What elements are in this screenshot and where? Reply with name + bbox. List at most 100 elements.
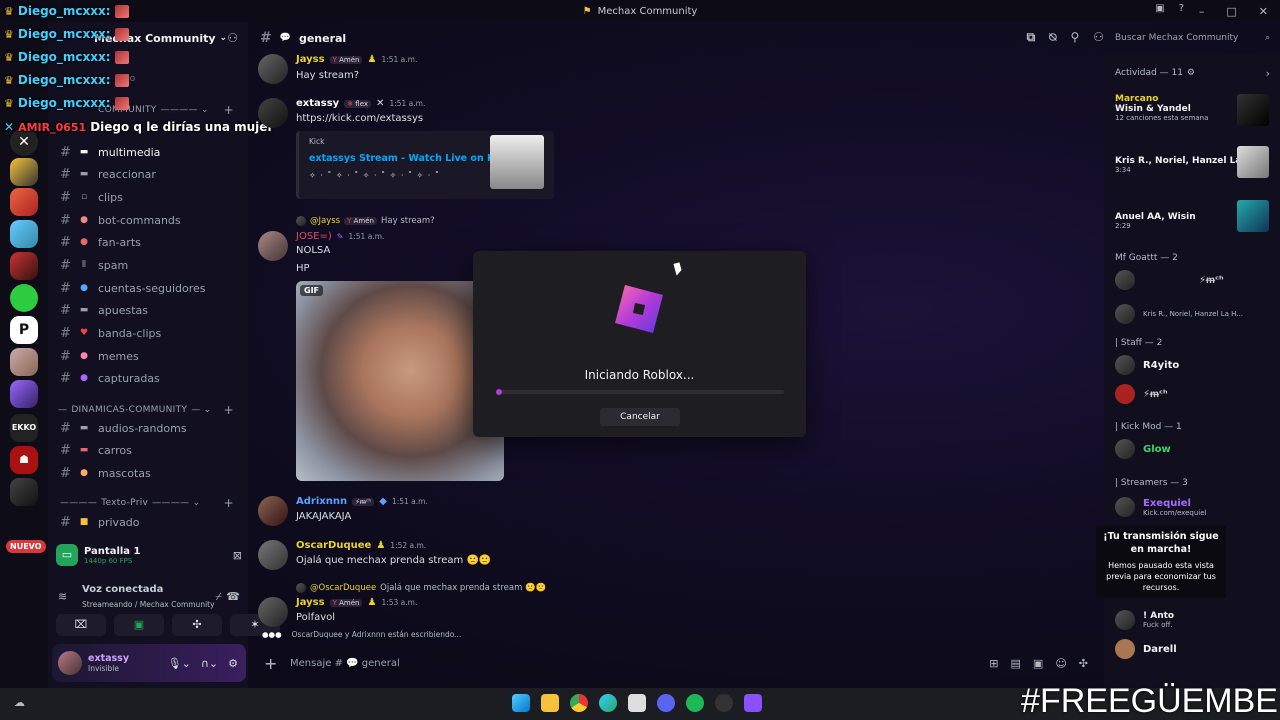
file-explorer-icon[interactable]: [541, 694, 559, 712]
avatar[interactable]: [258, 54, 288, 84]
avatar[interactable]: [258, 98, 288, 128]
avatar[interactable]: [258, 597, 288, 627]
server-icon-7[interactable]: [10, 348, 38, 376]
member[interactable]: ! Anto Fuck off.: [1115, 607, 1275, 633]
minimize-button[interactable]: –: [1199, 5, 1205, 18]
avatar[interactable]: [258, 496, 288, 526]
channel-cuentas-seguidores[interactable]: # ● cuentas-seguidores: [56, 277, 240, 299]
server-icon-6[interactable]: P: [10, 316, 38, 344]
add-user-icon[interactable]: ⚇: [227, 31, 238, 45]
activity-card[interactable]: Anuel AA, Wisin 2:29: [1115, 200, 1275, 232]
cancel-button[interactable]: Cancelar: [600, 408, 680, 426]
server-icon-10[interactable]: [10, 478, 38, 506]
category-dinamicas[interactable]: — DINAMICAS-COMMUNITY — ⌄ +: [58, 402, 242, 418]
channel-bot-commands[interactable]: # ● bot-commands: [56, 209, 240, 231]
embed-thumbnail[interactable]: [490, 135, 544, 189]
message-author[interactable]: Adrixnnn: [296, 496, 347, 507]
server-icon-4[interactable]: [10, 252, 38, 280]
reply-preview[interactable]: @Jayss Y Amén Hay stream?: [296, 216, 435, 226]
server-icon-2[interactable]: [10, 188, 38, 216]
camera-button[interactable]: ⌧: [56, 614, 106, 636]
member[interactable]: ⚡ᵯᶜʰ: [1115, 381, 1275, 407]
avatar[interactable]: [258, 231, 288, 261]
discord-icon[interactable]: [657, 694, 675, 712]
server-icon-mechax[interactable]: [10, 158, 38, 186]
sticker-icon[interactable]: ▣: [1033, 657, 1043, 670]
member[interactable]: ⚡ᵯᶜʰ: [1115, 267, 1275, 293]
message-author[interactable]: OscarDuquee: [296, 540, 371, 551]
channel-multimedia[interactable]: # ▬ multimedia: [56, 141, 240, 163]
channel-apuestas[interactable]: # ▬ apuestas: [56, 299, 240, 321]
add-channel-icon[interactable]: +: [224, 103, 234, 117]
message-author[interactable]: Jayss: [296, 597, 325, 608]
channel-capturadas[interactable]: # ● capturadas: [56, 367, 240, 389]
message-author[interactable]: Jayss: [296, 54, 325, 65]
member[interactable]: Darell: [1115, 636, 1275, 662]
user-panel[interactable]: extassy Invisible 🎙⌄ ∩⌄ ⚙: [52, 644, 246, 682]
add-channel-icon[interactable]: +: [224, 496, 234, 510]
noise-suppression-icon[interactable]: ⌿: [215, 590, 222, 604]
add-attachment-icon[interactable]: +: [264, 654, 280, 673]
server-icon-8[interactable]: [10, 380, 38, 408]
message-author[interactable]: JOSE=): [296, 231, 332, 242]
start-icon[interactable]: [512, 694, 530, 712]
close-stream-icon[interactable]: ⊠: [233, 549, 242, 562]
edge-icon[interactable]: [599, 694, 617, 712]
screen-share-button[interactable]: ▣: [114, 614, 164, 636]
server-icon-3[interactable]: [10, 220, 38, 248]
message-author[interactable]: extassy: [296, 98, 339, 109]
server-icon-5[interactable]: [10, 284, 38, 312]
activities-button[interactable]: ✣: [172, 614, 222, 636]
pin-icon[interactable]: ⚲: [1070, 30, 1079, 45]
channel-memes[interactable]: # ● memes: [56, 345, 240, 367]
disconnect-icon[interactable]: ☎: [226, 590, 240, 603]
gift-icon[interactable]: ⊞: [989, 657, 998, 670]
gif-icon[interactable]: ▤: [1011, 657, 1021, 670]
category-texto-priv[interactable]: ———— Texto-Priv ———— ⌄ +: [58, 495, 242, 511]
search-input[interactable]: Buscar Mechax Community ⌕: [1110, 28, 1276, 48]
emoji-icon[interactable]: ☺: [1055, 657, 1066, 670]
channel-audios-randoms[interactable]: # ▬ audios-randoms: [56, 417, 240, 439]
channel-privado[interactable]: # ■ privado: [56, 511, 240, 533]
activity-card[interactable]: Kris R., Noriel, Hanzel La H... 3:34: [1115, 146, 1275, 178]
message-composer[interactable]: + Mensaje # 💬 general ⊞ ▤ ▣ ☺ ✣: [256, 648, 1096, 678]
user-avatar[interactable]: [58, 651, 82, 675]
member[interactable]: R4yito: [1115, 352, 1275, 378]
server-icon-ekko[interactable]: EKKO: [10, 414, 38, 442]
chevron-right-icon[interactable]: ›: [1266, 67, 1270, 80]
channel-carros[interactable]: # ▬ carros: [56, 439, 240, 461]
chrome-icon[interactable]: [570, 694, 588, 712]
gear-icon[interactable]: ⚙: [228, 657, 238, 670]
message-link[interactable]: https://kick.com/extassys: [296, 113, 423, 124]
close-button[interactable]: ✕: [1259, 5, 1268, 18]
link-embed[interactable]: Kick extassys Stream - Watch Live on Kic…: [296, 131, 554, 199]
gear-icon[interactable]: ⚙: [1187, 68, 1195, 78]
embed-title[interactable]: extassys Stream - Watch Live on Kick: [309, 153, 510, 164]
channel-spam[interactable]: # ⦀ spam: [56, 254, 240, 276]
members-icon[interactable]: ⚇: [1093, 30, 1104, 45]
server-icon-9[interactable]: ☗: [10, 446, 38, 474]
member[interactable]: Exequiel Kick.com/exequiel: [1115, 494, 1275, 520]
activity-card[interactable]: Marcano Wisin & Yandel 12 canciones esta…: [1115, 94, 1275, 126]
member[interactable]: Kris R., Noriel, Hanzel La H...: [1115, 301, 1275, 327]
channel-fan-arts[interactable]: # ● fan-arts: [56, 231, 240, 253]
spotify-icon[interactable]: [686, 694, 704, 712]
channel-clips[interactable]: # ▫ clips: [56, 186, 240, 208]
help-icon[interactable]: ?: [1179, 3, 1184, 14]
channel-mascotas[interactable]: # ● mascotas: [56, 462, 240, 484]
inbox-icon[interactable]: ▣: [1155, 3, 1164, 14]
threads-icon[interactable]: ⧉: [1027, 30, 1036, 45]
avatar[interactable]: [258, 540, 288, 570]
channel-banda-clips[interactable]: # ♥ banda-clips: [56, 322, 240, 344]
channel-reaccionar[interactable]: # ▬ reaccionar: [56, 163, 240, 185]
app-icon[interactable]: [744, 694, 762, 712]
store-icon[interactable]: [628, 694, 646, 712]
maximize-button[interactable]: □: [1226, 5, 1236, 18]
obs-icon[interactable]: [715, 694, 733, 712]
member[interactable]: Glow: [1115, 436, 1275, 462]
mute-icon[interactable]: ⍉: [1049, 30, 1056, 45]
microphone-icon[interactable]: 🎙⌄: [168, 657, 191, 670]
headphones-icon[interactable]: ∩⌄: [201, 657, 218, 670]
apps-icon[interactable]: ✣: [1079, 657, 1088, 670]
add-channel-icon[interactable]: +: [224, 403, 234, 417]
